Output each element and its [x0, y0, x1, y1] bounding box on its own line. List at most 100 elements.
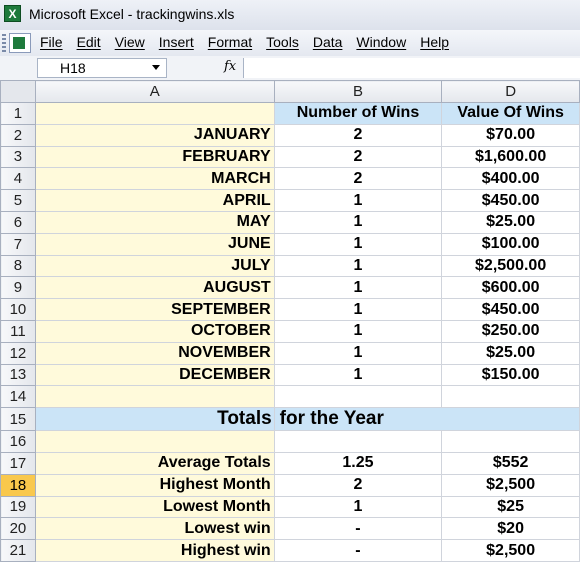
- row-header[interactable]: 9: [0, 276, 36, 300]
- value-cell[interactable]: $70.00: [441, 123, 580, 147]
- row-header[interactable]: 19: [0, 495, 36, 519]
- month-label[interactable]: APRIL: [34, 189, 275, 212]
- value-cell[interactable]: $450.00: [441, 298, 580, 321]
- row-header[interactable]: 20: [0, 517, 36, 541]
- summary-wins[interactable]: 1: [273, 495, 443, 519]
- wins-cell[interactable]: 1: [273, 363, 443, 387]
- column-header-a[interactable]: A: [34, 80, 275, 103]
- summary-label[interactable]: Highest win: [34, 539, 275, 562]
- summary-wins[interactable]: -: [273, 539, 443, 562]
- summary-wins[interactable]: 1.25: [273, 451, 443, 475]
- wins-cell[interactable]: 1: [273, 276, 443, 300]
- empty-cell[interactable]: [441, 430, 580, 453]
- row-header[interactable]: 13: [0, 363, 36, 387]
- row-header[interactable]: 7: [0, 232, 36, 256]
- value-cell[interactable]: $2,500.00: [441, 254, 580, 278]
- row-header[interactable]: 12: [0, 341, 36, 365]
- menu-window[interactable]: Window: [356, 34, 406, 50]
- summary-label[interactable]: Highest Month: [34, 473, 275, 497]
- workbook-icon[interactable]: [9, 33, 31, 53]
- header-value-of-wins[interactable]: Value Of Wins: [441, 102, 580, 125]
- wins-cell[interactable]: 1: [273, 298, 443, 321]
- wins-cell[interactable]: 1: [273, 341, 443, 365]
- month-label[interactable]: MAY: [34, 210, 275, 234]
- totals-band-cell[interactable]: [441, 407, 580, 432]
- wins-cell[interactable]: 1: [273, 232, 443, 256]
- value-cell[interactable]: $450.00: [441, 189, 580, 212]
- wins-cell[interactable]: 1: [273, 319, 443, 343]
- row-header[interactable]: 17: [0, 451, 36, 475]
- menu-file[interactable]: File: [40, 34, 63, 50]
- menu-help[interactable]: Help: [420, 34, 449, 50]
- row-header[interactable]: 10: [0, 298, 36, 321]
- value-cell[interactable]: $1,600.00: [441, 145, 580, 169]
- row-header[interactable]: 16: [0, 430, 36, 453]
- month-label[interactable]: JANUARY: [34, 123, 275, 147]
- summary-wins[interactable]: -: [273, 517, 443, 541]
- summary-value[interactable]: $25: [441, 495, 580, 519]
- excel-icon[interactable]: X: [4, 5, 21, 22]
- wins-cell[interactable]: 2: [273, 167, 443, 191]
- row-header[interactable]: 14: [0, 385, 36, 409]
- wins-cell[interactable]: 1: [273, 254, 443, 278]
- wins-cell[interactable]: 2: [273, 145, 443, 169]
- row-header[interactable]: 15: [0, 407, 36, 432]
- month-label[interactable]: JULY: [34, 254, 275, 278]
- month-label[interactable]: SEPTEMBER: [34, 298, 275, 321]
- empty-cell[interactable]: [273, 430, 443, 453]
- wins-cell[interactable]: 1: [273, 189, 443, 212]
- summary-label[interactable]: Lowest Month: [34, 495, 275, 519]
- column-header-d[interactable]: D: [441, 80, 580, 103]
- toolbar-grip-icon[interactable]: [2, 34, 6, 52]
- value-cell[interactable]: $250.00: [441, 319, 580, 343]
- summary-value[interactable]: $2,500: [441, 473, 580, 497]
- row-header[interactable]: 4: [0, 167, 36, 191]
- value-cell[interactable]: $150.00: [441, 363, 580, 387]
- menu-view[interactable]: View: [115, 34, 145, 50]
- value-cell[interactable]: $100.00: [441, 232, 580, 256]
- row-header[interactable]: 2: [0, 123, 36, 147]
- fx-icon[interactable]: fx: [224, 59, 236, 74]
- month-label[interactable]: JUNE: [34, 232, 275, 256]
- header-number-of-wins[interactable]: Number of Wins: [273, 102, 443, 125]
- value-cell[interactable]: $25.00: [441, 210, 580, 234]
- wins-cell[interactable]: 1: [273, 210, 443, 234]
- summary-label[interactable]: Average Totals: [34, 451, 275, 475]
- menu-edit[interactable]: Edit: [77, 34, 101, 50]
- menu-data[interactable]: Data: [313, 34, 343, 50]
- value-cell[interactable]: $600.00: [441, 276, 580, 300]
- summary-value[interactable]: $2,500: [441, 539, 580, 562]
- cell-a1[interactable]: [34, 102, 275, 125]
- totals-title-right[interactable]: for the Year: [273, 407, 443, 432]
- month-label[interactable]: DECEMBER: [34, 363, 275, 387]
- row-header[interactable]: 21: [0, 539, 36, 562]
- formula-input[interactable]: [243, 58, 580, 78]
- summary-label[interactable]: Lowest win: [34, 517, 275, 541]
- name-box[interactable]: H18: [37, 58, 167, 78]
- menu-insert[interactable]: Insert: [159, 34, 194, 50]
- row-header[interactable]: 3: [0, 145, 36, 169]
- value-cell[interactable]: $400.00: [441, 167, 580, 191]
- summary-wins[interactable]: 2: [273, 473, 443, 497]
- menu-tools[interactable]: Tools: [266, 34, 299, 50]
- column-header-b[interactable]: B: [273, 80, 443, 103]
- summary-value[interactable]: $552: [441, 451, 580, 475]
- select-all-corner[interactable]: [0, 80, 36, 103]
- value-cell[interactable]: $25.00: [441, 341, 580, 365]
- empty-cell[interactable]: [34, 385, 275, 409]
- wins-cell[interactable]: 2: [273, 123, 443, 147]
- month-label[interactable]: OCTOBER: [34, 319, 275, 343]
- empty-cell[interactable]: [273, 385, 443, 409]
- month-label[interactable]: FEBRUARY: [34, 145, 275, 169]
- summary-value[interactable]: $20: [441, 517, 580, 541]
- month-label[interactable]: AUGUST: [34, 276, 275, 300]
- menu-format[interactable]: Format: [208, 34, 252, 50]
- chevron-down-icon[interactable]: [152, 65, 160, 70]
- row-header[interactable]: 11: [0, 319, 36, 343]
- row-header[interactable]: 6: [0, 210, 36, 234]
- empty-cell[interactable]: [441, 385, 580, 409]
- month-label[interactable]: MARCH: [34, 167, 275, 191]
- row-header-selected[interactable]: 18: [0, 473, 36, 497]
- row-header[interactable]: 8: [0, 254, 36, 278]
- month-label[interactable]: NOVEMBER: [34, 341, 275, 365]
